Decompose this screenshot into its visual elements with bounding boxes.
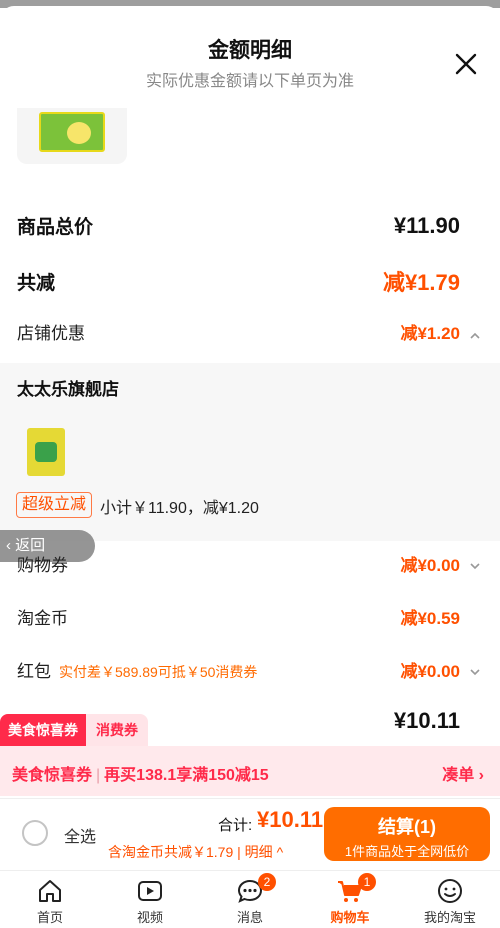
promo-tags: 美食惊喜券 消费券 <box>0 714 148 746</box>
taojinbi-value: 减¥0.59 <box>400 609 460 628</box>
redpacket-note: 实付差￥589.89可抵￥50消费券 <box>59 664 258 680</box>
tab-message[interactable]: 2 消息 <box>200 871 300 928</box>
total-label: 合计: <box>218 817 253 834</box>
coupon-value: 减¥0.00 <box>400 556 460 575</box>
message-badge: 2 <box>258 873 276 891</box>
goods-total-row: 商品总价 ¥11.90 <box>17 212 460 239</box>
promo-bar[interactable]: 美食惊喜券 | 再买138.1享满150减15 凑单 › <box>0 746 500 796</box>
store-discount-value: 减¥1.20 <box>400 324 460 343</box>
home-icon <box>39 880 61 902</box>
total-reduce-row: 共减 减¥1.79 <box>17 265 460 297</box>
close-icon[interactable] <box>452 50 480 78</box>
tab-video-label: 视频 <box>136 910 163 925</box>
store-discount-row[interactable]: 店铺优惠 减¥1.20 <box>17 319 460 344</box>
promo-tag: 超级立减 <box>16 492 93 518</box>
total-reduce-label: 共减 <box>17 272 56 294</box>
final-value: ¥10.11 <box>393 708 460 733</box>
tab-video[interactable]: 视频 <box>100 871 200 928</box>
coupon-label: 购物券 <box>17 556 68 575</box>
amount-detail-sheet: 金额明细 实际优惠金额请以下单页为准 商品总价 ¥11.90 共减 减¥1.79… <box>0 6 500 798</box>
goods-total-label: 商品总价 <box>17 217 94 238</box>
goods-total-value: ¥11.90 <box>393 212 460 238</box>
promo-text: 美食惊喜券 | 再买138.1享满150减15 <box>12 767 269 784</box>
checkout-button-sub: 1件商品处于全网低价 <box>344 844 470 859</box>
discount-row-coupon[interactable]: 购物券 减¥0.00 <box>17 551 460 576</box>
bottom-tabbar: 首页 视频 2 消息 1 购物车 我的淘宝 <box>0 870 500 928</box>
promo-bar-title: 美食惊喜券 <box>12 767 93 784</box>
store-product-thumbnail <box>27 428 65 476</box>
tab-home-label: 首页 <box>36 910 63 925</box>
checkout-button-label: 结算(1) <box>378 817 436 837</box>
sheet-title: 金额明细 <box>208 39 292 62</box>
promo-tag-voucher: 消费券 <box>86 714 148 746</box>
redpacket-value: 减¥0.00 <box>400 662 460 681</box>
tab-message-label: 消息 <box>236 910 263 925</box>
select-all-radio[interactable] <box>22 820 48 846</box>
tab-home[interactable]: 首页 <box>0 871 100 928</box>
tab-cart-label: 购物车 <box>330 910 370 925</box>
chevron-left-icon: ‹ <box>6 537 11 554</box>
select-all-label[interactable]: 全选 <box>64 823 96 847</box>
store-detail-block: 太太乐旗舰店 超级立减 小计￥11.90，减¥1.20 <box>0 363 500 541</box>
chevron-down-icon[interactable] <box>468 559 482 573</box>
profile-icon <box>438 879 462 903</box>
store-subtotal: 小计￥11.90，减¥1.20 <box>100 500 259 517</box>
video-icon <box>138 881 162 901</box>
store-name: 太太乐旗舰店 <box>17 380 119 399</box>
tab-profile-label: 我的淘宝 <box>423 910 476 925</box>
promo-tag-food: 美食惊喜券 <box>0 714 86 746</box>
promo-bar-text: 再买138.1享满150减15 <box>104 767 269 784</box>
chevron-down-icon[interactable] <box>468 665 482 679</box>
total-note: 含淘金币共减￥1.79 | 明细 <box>108 844 273 860</box>
total-value: ¥10.11 <box>257 807 324 832</box>
chevron-up-icon: ^ <box>276 844 284 860</box>
product-thumbnail <box>17 108 127 164</box>
promo-action-button[interactable]: 凑单 › <box>442 761 484 785</box>
discount-row-redpacket[interactable]: 红包 实付差￥589.89可抵￥50消费券 减¥0.00 <box>17 657 460 682</box>
redpacket-label: 红包 <box>17 662 51 681</box>
checkout-bar: 全选 合计: ¥10.11 含淘金币共减￥1.79 | 明细 ^ 结算(1) 1… <box>0 798 500 870</box>
discount-row-taojinbi: 淘金币 减¥0.59 <box>17 604 460 629</box>
sheet-subtitle: 实际优惠金额请以下单页为准 <box>145 73 354 90</box>
total-reduce-value: 减¥1.79 <box>382 270 460 295</box>
promo-action-label: 凑单 <box>442 767 475 784</box>
chevron-up-icon[interactable] <box>468 329 482 343</box>
redpacket-label-wrap: 红包 实付差￥589.89可抵￥50消费券 <box>17 657 257 682</box>
tab-cart[interactable]: 1 购物车 <box>300 871 400 928</box>
taojinbi-label: 淘金币 <box>17 609 68 628</box>
chevron-right-icon: › <box>478 767 484 784</box>
cart-badge: 1 <box>358 873 376 891</box>
tab-profile[interactable]: 我的淘宝 <box>400 871 500 928</box>
store-discount-label: 店铺优惠 <box>17 324 85 343</box>
checkout-button[interactable]: 结算(1) 1件商品处于全网低价 <box>324 807 490 861</box>
total-note-wrap[interactable]: 含淘金币共减￥1.79 | 明细 ^ <box>108 842 283 862</box>
